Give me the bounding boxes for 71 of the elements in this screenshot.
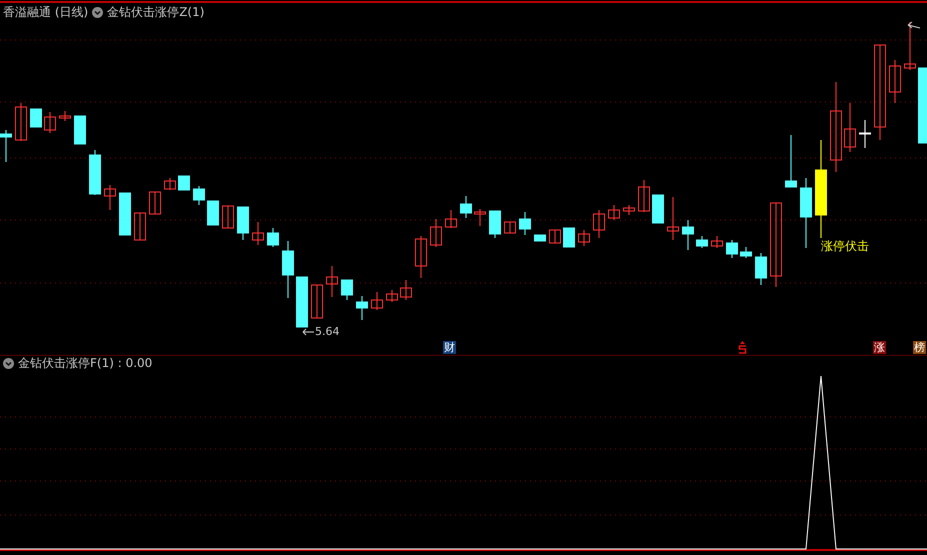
candlestick xyxy=(504,222,516,234)
indicator-title[interactable]: 金钻伏击涨停Z(1) xyxy=(107,5,204,19)
candlestick xyxy=(222,206,234,228)
event-marker[interactable]: 涨 xyxy=(873,341,886,354)
candlestick xyxy=(207,200,219,226)
candlestick xyxy=(237,206,249,240)
candlestick xyxy=(415,236,427,278)
candlestick xyxy=(30,108,42,128)
signal-label: 涨停伏击 xyxy=(821,239,869,253)
candlestick xyxy=(608,204,620,220)
candlestick xyxy=(134,212,146,240)
candlestick xyxy=(740,246,752,258)
candlestick xyxy=(652,194,664,224)
candlestick xyxy=(164,178,176,190)
candlestick xyxy=(549,230,561,244)
candlestick xyxy=(326,266,338,298)
candlestick xyxy=(445,210,457,228)
candlestick xyxy=(519,212,531,236)
candlestick xyxy=(59,110,71,122)
arrow-icon xyxy=(302,328,314,336)
candlestick xyxy=(311,284,323,318)
candlestick xyxy=(341,280,353,300)
stock-title: 香溢融通 (日线) xyxy=(3,5,88,19)
candlestick xyxy=(682,220,694,250)
candlestick xyxy=(400,280,412,300)
candlestick xyxy=(44,112,56,134)
candlestick xyxy=(119,192,131,236)
candlestick xyxy=(534,234,546,242)
candlestick xyxy=(386,290,398,302)
candlestick xyxy=(696,236,708,248)
candlestick xyxy=(474,208,486,226)
candlestick xyxy=(667,196,679,240)
candlestick xyxy=(726,240,738,258)
candlestick xyxy=(267,228,279,248)
candlestick xyxy=(711,236,723,248)
dropdown-icon[interactable] xyxy=(3,358,14,368)
candlestick xyxy=(356,296,368,320)
candlestick xyxy=(178,176,190,190)
candlestick xyxy=(193,186,205,206)
candlestick xyxy=(785,134,797,188)
candlestick xyxy=(430,218,442,248)
dropdown-icon[interactable] xyxy=(92,6,104,18)
dollar-icon[interactable] xyxy=(738,341,747,354)
candlestick xyxy=(489,210,501,238)
candlestick xyxy=(563,228,575,248)
candlestick xyxy=(371,292,383,310)
candlestick xyxy=(638,180,650,212)
candlestick xyxy=(0,130,12,162)
candlestick xyxy=(104,184,116,210)
candlestick xyxy=(844,102,856,152)
candlestick xyxy=(578,230,590,246)
candlestick xyxy=(800,178,812,248)
event-marker[interactable]: 财 xyxy=(443,341,456,354)
candlestick xyxy=(889,60,901,104)
candlestick xyxy=(296,276,308,328)
candlestick xyxy=(282,240,294,298)
candlestick xyxy=(74,116,86,144)
arrow-icon xyxy=(908,22,920,28)
candlestick xyxy=(755,252,767,286)
event-marker[interactable]: 榜 xyxy=(913,341,926,354)
candlestick xyxy=(623,204,635,216)
candlestick xyxy=(460,196,472,218)
candlestick xyxy=(252,222,264,246)
candlestick xyxy=(149,192,161,214)
price-label: 5.64 xyxy=(315,325,340,338)
candlestick xyxy=(859,120,871,148)
candlestick xyxy=(89,150,101,196)
candlestick xyxy=(15,102,27,142)
candlestick xyxy=(904,22,916,70)
indicator-title[interactable]: 金钻伏击涨停F(1) : 0.00 xyxy=(18,356,152,370)
candlestick xyxy=(593,210,605,238)
